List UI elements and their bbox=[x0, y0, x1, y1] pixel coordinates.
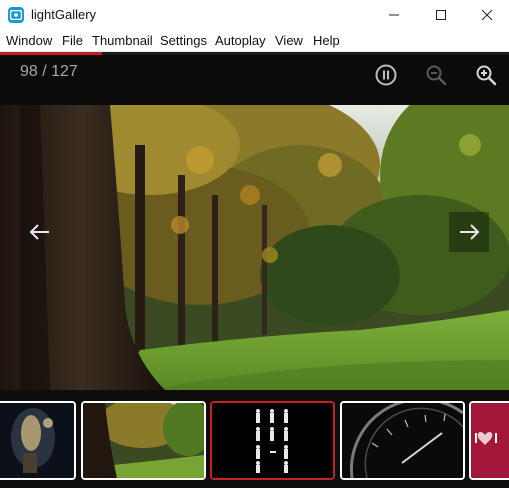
gallery-viewer: 98 / 127 bbox=[0, 55, 509, 488]
menu-autoplay[interactable]: Autoplay bbox=[215, 33, 266, 48]
menu-file[interactable]: File bbox=[62, 33, 83, 48]
menu-settings[interactable]: Settings bbox=[160, 33, 207, 48]
close-icon bbox=[481, 9, 493, 21]
current-slide[interactable] bbox=[0, 105, 509, 390]
next-slide-button[interactable] bbox=[449, 212, 489, 252]
thumbnail-item[interactable] bbox=[469, 401, 509, 480]
thumbnail-item[interactable] bbox=[0, 401, 76, 480]
menu-view[interactable]: View bbox=[275, 33, 303, 48]
zoom-in-icon bbox=[476, 65, 497, 86]
minimize-button[interactable] bbox=[371, 0, 417, 30]
thumbnail-image bbox=[0, 403, 74, 478]
arrow-right-icon bbox=[460, 224, 480, 240]
previous-slide-button[interactable] bbox=[20, 212, 60, 252]
thumbnail-item[interactable] bbox=[340, 401, 465, 480]
thumbnail-image bbox=[83, 403, 204, 478]
thumbnail-image bbox=[212, 403, 333, 478]
gallery-toolbar: 98 / 127 bbox=[0, 55, 509, 105]
title-bar: lightGallery bbox=[0, 0, 509, 30]
minimize-icon bbox=[389, 14, 399, 16]
menu-bar: Window File Thumbnail Settings Autoplay … bbox=[0, 30, 509, 52]
slide-counter: 98 / 127 bbox=[20, 63, 78, 80]
thumbnail-image bbox=[342, 403, 463, 478]
zoom-out-icon bbox=[426, 65, 447, 86]
thumbnail-image bbox=[471, 403, 509, 478]
maximize-icon bbox=[436, 10, 446, 20]
menu-help[interactable]: Help bbox=[313, 33, 340, 48]
autoplay-pause-button[interactable] bbox=[374, 63, 398, 87]
window-title: lightGallery bbox=[31, 7, 97, 22]
maximize-button[interactable] bbox=[418, 0, 464, 30]
thumbnail-item-active[interactable] bbox=[210, 401, 335, 480]
zoom-out-button[interactable] bbox=[424, 63, 448, 87]
thumbnail-strip bbox=[0, 390, 509, 488]
menu-window[interactable]: Window bbox=[6, 33, 52, 48]
menu-thumbnail[interactable]: Thumbnail bbox=[92, 33, 153, 48]
slide-image bbox=[0, 105, 509, 390]
zoom-in-button[interactable] bbox=[474, 63, 498, 87]
pause-icon bbox=[375, 64, 397, 86]
close-button[interactable] bbox=[464, 0, 509, 30]
thumbnail-item[interactable] bbox=[81, 401, 206, 480]
arrow-left-icon bbox=[29, 224, 49, 240]
lightgallery-app-icon bbox=[8, 7, 24, 23]
